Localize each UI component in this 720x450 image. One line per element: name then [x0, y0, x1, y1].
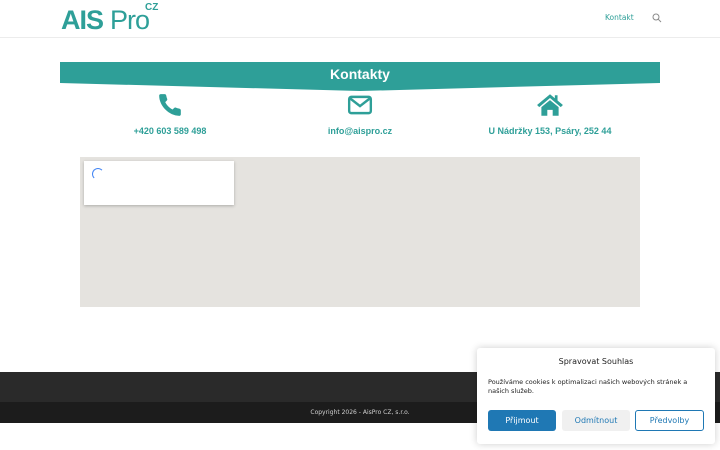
contact-email: info@aispro.cz — [270, 92, 450, 136]
site-header: AIS Pro CZ Kontakt — [0, 0, 720, 38]
nav-link-kontakt[interactable]: Kontakt — [605, 13, 634, 22]
home-icon — [537, 94, 563, 116]
email-address[interactable]: info@aispro.cz — [270, 126, 450, 136]
map-info-card — [84, 161, 234, 205]
logo-pro: Pro — [110, 5, 150, 35]
accept-button[interactable]: Přijmout — [488, 410, 556, 431]
cookie-consent-dialog: Spravovat Souhlas Používáme cookies k op… — [477, 348, 715, 444]
contacts-banner: Kontakty — [60, 62, 660, 92]
search-icon[interactable] — [652, 13, 662, 23]
postal-address[interactable]: U Nádržky 153, Psáry, 252 44 — [460, 126, 640, 136]
envelope-icon — [347, 95, 373, 115]
logo-ais: AIS — [61, 5, 104, 35]
contact-address: U Nádržky 153, Psáry, 252 44 — [460, 92, 640, 136]
logo-cz: CZ — [145, 2, 159, 13]
preferences-button[interactable]: Předvolby — [635, 410, 704, 431]
cookie-title: Spravovat Souhlas — [558, 357, 634, 366]
loading-spinner-icon — [92, 168, 104, 180]
contact-phone: +420 603 589 498 — [80, 92, 260, 136]
page-title: Kontakty — [330, 66, 390, 82]
deny-button[interactable]: Odmítnout — [562, 410, 630, 431]
phone-number[interactable]: +420 603 589 498 — [80, 126, 260, 136]
cookie-text: Používáme cookies k optimalizaci našich … — [488, 378, 688, 395]
map-embed[interactable] — [80, 157, 640, 307]
phone-icon — [159, 94, 181, 116]
